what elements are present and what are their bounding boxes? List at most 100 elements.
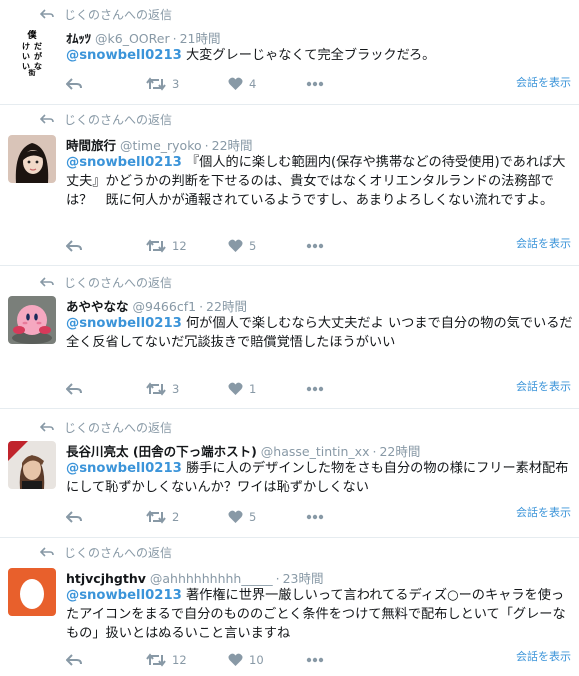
tweet-text: @snowbell0213 著作権に世界一厳しいって言われてるディズ○ーのキャラ…: [66, 588, 566, 641]
tweet-text: @snowbell0213 何が個人で楽しむなら大丈夫だよ いつまで自分の物の気…: [66, 316, 573, 350]
reply-button[interactable]: [65, 76, 82, 90]
avatar[interactable]: [8, 296, 56, 344]
retweet-count: 3: [172, 76, 180, 91]
author-name[interactable]: ｵﾑｯﾂ: [66, 31, 91, 46]
retweet-count: 12: [172, 652, 187, 667]
author-handle[interactable]: @k6_OORer: [95, 31, 170, 46]
timestamp[interactable]: 21時間: [180, 31, 221, 46]
reply-arrow-icon: [39, 546, 56, 560]
like-count: 10: [249, 652, 264, 667]
reply-icon: [65, 77, 82, 90]
show-conversation-link[interactable]: 会話を表示: [516, 74, 571, 90]
like-button[interactable]: 4: [228, 76, 256, 91]
heart-icon: [228, 382, 243, 395]
show-conversation-link[interactable]: 会話を表示: [516, 648, 571, 664]
tweet[interactable]: じくのさんへの返信 htjvcjhgthv @ahhhhhhhhh_____ · 23…: [0, 538, 579, 676]
reply-icon: [65, 239, 82, 252]
timestamp[interactable]: 22時間: [379, 444, 420, 459]
reply-button[interactable]: [65, 509, 82, 523]
svg-text:だ: だ: [34, 42, 42, 51]
author-handle[interactable]: @9466cf1: [133, 299, 197, 314]
retweet-icon: [146, 381, 166, 396]
mention-link[interactable]: @snowbell0213: [66, 588, 182, 603]
tweet-text: @snowbell0213 『個人的に楽しむ範囲内(保存や携帯などの待受使用)で…: [66, 155, 566, 208]
author-name[interactable]: 長谷川亮太 (田舎の下っ端ホスト): [66, 444, 257, 459]
heart-icon: [228, 510, 243, 523]
tweet[interactable]: じくのさんへの返信 長谷川亮太 (田舎の下っ端ホスト) @hasse_tintin…: [0, 409, 579, 537]
like-button[interactable]: 1: [228, 381, 256, 396]
tweet-text: @snowbell0213 大変グレーじゃなくて完全ブラックだろ。: [66, 48, 436, 63]
author-handle[interactable]: @ahhhhhhhhh_____: [150, 571, 273, 586]
mention-link[interactable]: @snowbell0213: [66, 316, 182, 331]
retweet-count: 3: [172, 381, 180, 396]
avatar[interactable]: [8, 441, 56, 489]
reply-icon: [65, 382, 82, 395]
timestamp[interactable]: 22時間: [206, 299, 247, 314]
more-icon: [306, 514, 324, 519]
mention-link[interactable]: @snowbell0213: [66, 155, 182, 170]
timestamp[interactable]: 23時間: [283, 571, 324, 586]
more-button[interactable]: [306, 652, 324, 666]
more-button[interactable]: [306, 509, 324, 523]
retweet-button[interactable]: 3: [146, 381, 179, 396]
more-button[interactable]: [306, 76, 324, 90]
author-name[interactable]: あややなな: [66, 299, 129, 314]
tweet-feed: じくのさんへの返信 僕 だ け が い な い 街 ｵﾑｯﾂ @k6_OORer ·…: [0, 0, 579, 676]
mention-link[interactable]: @snowbell0213: [66, 461, 182, 476]
tweet[interactable]: じくのさんへの返信 あややなな @9466cf1 · 22時間 @snowbell02…: [0, 266, 579, 408]
svg-text:が: が: [34, 51, 43, 61]
like-button[interactable]: 10: [228, 652, 264, 667]
reply-context[interactable]: じくのさんへの返信: [39, 544, 172, 561]
tweet-header: ｵﾑｯﾂ @k6_OORer · 21時間: [66, 31, 221, 46]
tweet-header: htjvcjhgthv @ahhhhhhhhh_____ · 23時間: [66, 571, 324, 586]
reply-context[interactable]: じくのさんへの返信: [39, 6, 172, 23]
svg-text:街: 街: [28, 68, 36, 76]
avatar[interactable]: 僕 だ け が い な い 街: [8, 28, 56, 76]
reply-context[interactable]: じくのさんへの返信: [39, 274, 172, 291]
retweet-icon: [146, 652, 166, 667]
retweet-button[interactable]: 2: [146, 509, 179, 524]
author-handle[interactable]: @hasse_tintin_xx: [261, 444, 370, 459]
reply-button[interactable]: [65, 652, 82, 666]
more-icon: [306, 81, 324, 86]
like-button[interactable]: 5: [228, 238, 256, 253]
reply-context[interactable]: じくのさんへの返信: [39, 419, 172, 436]
author-handle[interactable]: @time_ryoko: [120, 138, 202, 153]
reply-icon: [65, 653, 82, 666]
heart-icon: [228, 77, 243, 90]
reply-button[interactable]: [65, 381, 82, 395]
tweet[interactable]: じくのさんへの返信 僕 だ け が い な い 街 ｵﾑｯﾂ @k6_OORer ·…: [0, 0, 579, 104]
like-count: 4: [249, 76, 257, 91]
more-icon: [306, 386, 324, 391]
author-name[interactable]: 時間旅行: [66, 138, 116, 153]
reply-arrow-icon: [39, 8, 56, 22]
tweet-header: 時間旅行 @time_ryoko · 22時間: [66, 138, 253, 153]
svg-text:僕: 僕: [26, 29, 37, 41]
retweet-button[interactable]: 12: [146, 652, 187, 667]
mention-link[interactable]: @snowbell0213: [66, 48, 182, 63]
tweet-header: 長谷川亮太 (田舎の下っ端ホスト) @hasse_tintin_xx · 22時間: [66, 444, 421, 459]
avatar[interactable]: [8, 135, 56, 183]
show-conversation-link[interactable]: 会話を表示: [516, 235, 571, 251]
tweet[interactable]: じくのさんへの返信 時間旅行 @time_ryoko · 22時間 @snowbell…: [0, 105, 579, 265]
timestamp[interactable]: 22時間: [212, 138, 253, 153]
heart-icon: [228, 239, 243, 252]
like-count: 5: [249, 238, 257, 253]
author-name[interactable]: htjvcjhgthv: [66, 571, 146, 586]
retweet-icon: [146, 76, 166, 91]
retweet-icon: [146, 509, 166, 524]
show-conversation-link[interactable]: 会話を表示: [516, 504, 571, 520]
reply-button[interactable]: [65, 238, 82, 252]
more-button[interactable]: [306, 381, 324, 395]
avatar[interactable]: [8, 568, 56, 616]
show-conversation-link[interactable]: 会話を表示: [516, 378, 571, 394]
retweet-button[interactable]: 3: [146, 76, 179, 91]
like-button[interactable]: 5: [228, 509, 256, 524]
more-button[interactable]: [306, 238, 324, 252]
retweet-count: 12: [172, 238, 187, 253]
more-icon: [306, 243, 324, 248]
reply-context[interactable]: じくのさんへの返信: [39, 111, 172, 128]
retweet-button[interactable]: 12: [146, 238, 187, 253]
retweet-icon: [146, 238, 166, 253]
svg-text:け: け: [22, 42, 30, 51]
